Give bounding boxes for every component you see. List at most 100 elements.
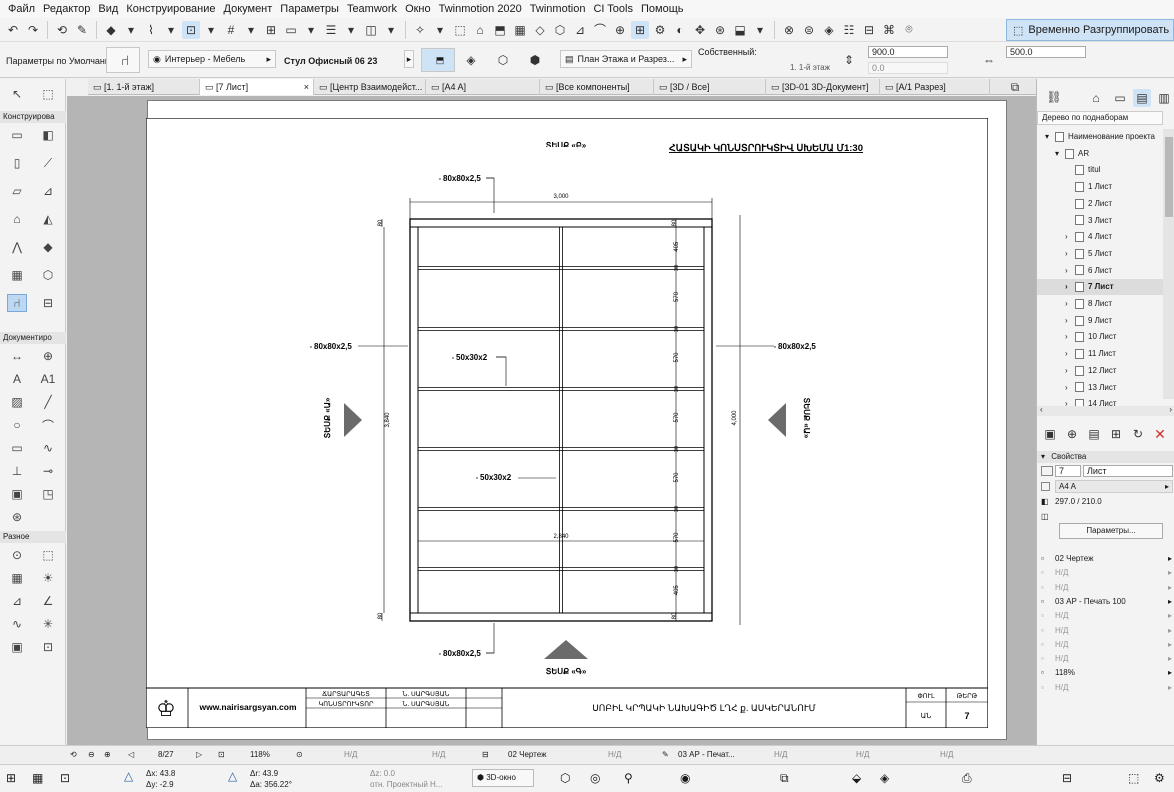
morph-tool-icon[interactable]: ◆	[38, 238, 58, 256]
fit-icon[interactable]: ⊡	[218, 750, 225, 759]
toolbar-icon[interactable]: ◈	[820, 21, 838, 39]
properties-header[interactable]: ▾ Свойства	[1037, 451, 1174, 463]
zone-tool-icon[interactable]: ⬡	[38, 266, 58, 284]
wall-tool-icon[interactable]: ▭	[7, 126, 27, 144]
tree-expand-icon[interactable]: ›	[1065, 380, 1075, 396]
inject-icon[interactable]: ✎	[73, 21, 91, 39]
snap-grid-icon[interactable]: ▦	[32, 771, 43, 785]
tree-expand-icon[interactable]: ›	[1065, 229, 1075, 245]
snap-icon[interactable]: ⊡	[182, 20, 200, 39]
circle-tool-icon[interactable]: ○	[7, 416, 27, 434]
view-setting-row[interactable]: ▫ Н/Д ▸	[1037, 581, 1174, 595]
zoom-out-icon[interactable]: ⊖	[88, 750, 95, 759]
detail-tool-icon[interactable]: ⊡	[38, 638, 58, 656]
pen-icon[interactable]: ✎	[662, 750, 669, 759]
view-tab-2[interactable]: ▭ [Центр Взаимодейст...	[314, 79, 426, 95]
tab-close-icon[interactable]: ×	[304, 79, 309, 95]
view-setting-row[interactable]: ▫ Н/Д ▸	[1037, 609, 1174, 623]
dropdown-arrow-icon[interactable]: ▾	[382, 21, 400, 39]
pick-up-icon[interactable]: ⟲	[53, 21, 71, 39]
menu-item-11[interactable]: Помощь	[637, 0, 688, 18]
object-tool-icon[interactable]: ⑁	[7, 294, 27, 312]
wall-icon[interactable]: ▭	[282, 21, 300, 39]
tree-expand-icon[interactable]: ›	[1065, 346, 1075, 362]
tree-item[interactable]: › 11 Лист	[1037, 346, 1163, 362]
toolbar-icon[interactable]: ⌾	[900, 21, 918, 39]
text-tool-icon[interactable]: A	[7, 370, 27, 388]
zoom-in-icon[interactable]: ⊕	[104, 750, 111, 759]
view-map-icon[interactable]: ▭	[1111, 89, 1129, 107]
layout-name-field[interactable]: Лист	[1083, 465, 1173, 477]
view-setting-row[interactable]: ▫ Н/Д ▸	[1037, 681, 1174, 695]
hotspot-tool-icon[interactable]: ⊥	[7, 462, 27, 480]
menu-item-1[interactable]: Редактор	[39, 0, 94, 18]
toolbar-icon[interactable]: ⬒	[491, 21, 509, 39]
drawing-tool-icon[interactable]: ▣	[7, 485, 27, 503]
project-map-icon[interactable]: ⌂	[1087, 89, 1105, 107]
height-field[interactable]: 900.0	[868, 46, 948, 58]
width-field[interactable]: 500.0	[1006, 46, 1086, 58]
view-setting-row[interactable]: ▫ Н/Д ▸	[1037, 566, 1174, 580]
toolbar-icon[interactable]: ☷	[840, 21, 858, 39]
spline-tool-icon[interactable]: ∿	[38, 439, 58, 457]
toolbar-icon[interactable]: ▦	[511, 21, 529, 39]
angle-dim-icon[interactable]: ∠	[38, 592, 58, 610]
grid-icon[interactable]: #	[222, 21, 240, 39]
menu-item-6[interactable]: Teamwork	[343, 0, 401, 18]
tracker-icon[interactable]: ⊞	[6, 771, 16, 785]
tree-expand-icon[interactable]: ▾	[1055, 146, 1065, 162]
menu-item-8[interactable]: Twinmotion 2020	[435, 0, 526, 18]
view-setting-row[interactable]: ▫ 02 Чертеж ▸	[1037, 552, 1174, 566]
section-misc[interactable]: Разное	[0, 531, 66, 543]
tree-item[interactable]: › 13 Лист	[1037, 380, 1163, 396]
picture-tool-icon[interactable]: ▣	[7, 638, 27, 656]
new-layout-icon[interactable]: ▣	[1041, 425, 1059, 443]
tree-item[interactable]: 3 Лист	[1037, 213, 1163, 229]
height-icon[interactable]: ⇕	[840, 51, 858, 69]
star-tool-icon[interactable]: ✳	[38, 615, 58, 633]
dropdown-arrow-icon[interactable]: ▾	[302, 21, 320, 39]
menu-item-5[interactable]: Параметры	[276, 0, 343, 18]
pen-set[interactable]: 03 АР - Печат...	[678, 750, 735, 759]
spline-misc-icon[interactable]: ∿	[7, 615, 27, 633]
rotate-icon[interactable]: ⊙	[296, 750, 303, 759]
shell-tool-icon[interactable]: ◭	[38, 210, 58, 228]
tree-item[interactable]: ▾ AR	[1037, 146, 1163, 162]
object-arrow-button[interactable]: ▸	[404, 50, 414, 68]
temp-ungroup-button[interactable]: ⬚ Временно Разгруппировать	[1006, 19, 1174, 41]
toolbar-icon[interactable]: ⊕	[611, 21, 629, 39]
width-icon[interactable]: ⇔	[980, 51, 998, 69]
toolbar-icon[interactable]: ◐	[671, 21, 689, 39]
tree-item[interactable]: 1 Лист	[1037, 179, 1163, 195]
marquee-icon[interactable]: ⬚	[38, 85, 58, 103]
menu-item-2[interactable]: Вид	[94, 0, 122, 18]
curtain-wall-tool-icon[interactable]: ▦	[7, 266, 27, 284]
lamp-tool-icon[interactable]: ⊟	[38, 294, 58, 312]
redo-icon[interactable]: ↷	[24, 21, 42, 39]
tree-item[interactable]: ▾ Наименование проекта	[1037, 129, 1163, 145]
elevation-icon[interactable]: ◆	[102, 21, 120, 39]
view-tab-0[interactable]: ▭ [1. 1-й этаж]	[88, 79, 200, 95]
dropdown-arrow-icon[interactable]: ▾	[431, 21, 449, 39]
tree-item[interactable]: › 5 Лист	[1037, 246, 1163, 262]
publish-icon[interactable]: ⬚	[1128, 771, 1139, 785]
tree-expand-icon[interactable]: ›	[1065, 263, 1075, 279]
toolbar-icon[interactable]: ⊗	[780, 21, 798, 39]
offset-field[interactable]: 0.0	[868, 62, 948, 74]
trace-icon[interactable]: ◫	[362, 21, 380, 39]
tree-item[interactable]: titul	[1037, 162, 1163, 178]
tree-item[interactable]: › 9 Лист	[1037, 313, 1163, 329]
line-type-icon[interactable]: ⌇	[142, 21, 160, 39]
view-setting-row[interactable]: ▫ Н/Д ▸	[1037, 624, 1174, 638]
section-marker-icon[interactable]: ⊸	[38, 462, 58, 480]
walk-icon[interactable]: ⚲	[624, 771, 633, 785]
tree-item[interactable]: › 10 Лист	[1037, 329, 1163, 345]
fill-tool-icon[interactable]: ▨	[7, 393, 27, 411]
dropdown-arrow-icon[interactable]: ▾	[242, 21, 260, 39]
menu-item-7[interactable]: Окно	[401, 0, 435, 18]
tree-item[interactable]: › 7 Лист	[1037, 279, 1163, 296]
view-setting-row[interactable]: ▫ 118% ▸	[1037, 666, 1174, 680]
toolbar-icon[interactable]: ◇	[531, 21, 549, 39]
view-tab-5[interactable]: ▭ [3D / Все]	[654, 79, 766, 95]
render-icon[interactable]: ◈	[880, 771, 889, 785]
